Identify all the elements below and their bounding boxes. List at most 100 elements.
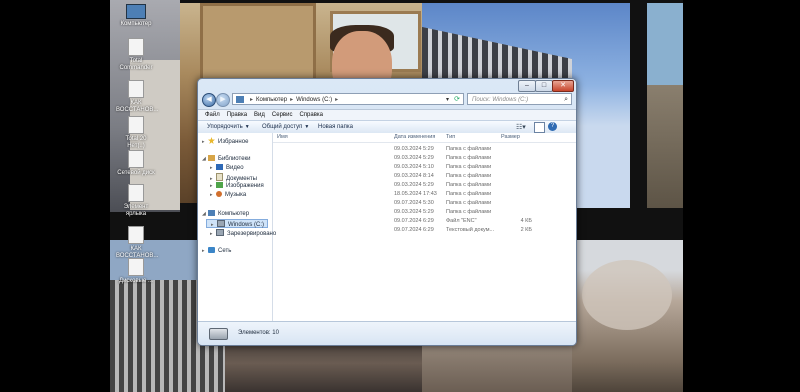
help-icon[interactable]: ? bbox=[548, 122, 557, 131]
desktop-icons: Компьютер Total Commander КАК ВОССТАНОВ.… bbox=[110, 0, 158, 392]
document-icon bbox=[216, 173, 223, 181]
back-button[interactable]: ◀ bbox=[202, 93, 216, 107]
arrow-left-icon: ◀ bbox=[206, 96, 212, 103]
desktop-icon-5[interactable]: Сетевой диск bbox=[116, 150, 156, 177]
refresh-icon[interactable]: ⟳ bbox=[454, 94, 460, 104]
chevron-down-icon: ▼ bbox=[244, 124, 250, 130]
computer-icon bbox=[236, 96, 244, 103]
file-type: Папка с файлами bbox=[446, 209, 492, 215]
preview-pane-icon[interactable] bbox=[534, 122, 545, 133]
file-type: Папка с файлами bbox=[446, 191, 492, 197]
nav-computer[interactable]: ◢ Компьютер bbox=[202, 210, 249, 219]
file-icon bbox=[128, 184, 144, 202]
file-type: Папка с файлами bbox=[446, 200, 492, 206]
minimize-button[interactable]: – bbox=[518, 80, 536, 92]
column-date[interactable]: Дата изменения bbox=[394, 133, 435, 142]
menu-tools[interactable]: Сервис bbox=[272, 112, 293, 118]
wallpaper-photo-bottom-right bbox=[572, 240, 683, 392]
status-bar: Элементов: 10 bbox=[198, 321, 576, 345]
file-icon bbox=[128, 150, 144, 168]
file-icon bbox=[128, 226, 144, 244]
content-area: ▸ Избранное ◢ Библиотеки ▸ Видео ▸ Документы… bbox=[198, 133, 576, 321]
organize-button[interactable]: Упорядочить ▼ bbox=[207, 121, 250, 133]
chevron-down-icon: ▼ bbox=[304, 124, 310, 130]
maximize-button[interactable]: □ bbox=[535, 80, 553, 92]
nav-drive-c[interactable]: ▸ Windows (C:) bbox=[206, 219, 268, 228]
file-row[interactable]: Program Files (x86)09.03.2024 8:14Папка … bbox=[273, 172, 576, 180]
menu-help[interactable]: Справка bbox=[299, 112, 323, 118]
forward-button[interactable]: ▶ bbox=[216, 93, 230, 107]
expand-icon: ▸ bbox=[202, 139, 205, 145]
explorer-window: – □ ✕ ◀ ▶ ▸ Компьютер ▸ Windows (C:) ▸ ▾ ⟳ П… bbox=[197, 78, 577, 346]
file-type: Папка с файлами bbox=[446, 155, 492, 161]
menu-edit[interactable]: Правка bbox=[227, 112, 247, 118]
search-icon: ⌕ bbox=[564, 96, 568, 103]
file-row[interactable]: Windows18.05.2024 17:43Папка с файлами bbox=[273, 190, 576, 198]
file-row[interactable]: Пользователи09.03.2024 5:29Папка с файла… bbox=[273, 208, 576, 216]
file-date: 09.07.2024 6:29 bbox=[394, 227, 434, 233]
address-bar[interactable]: ▸ Компьютер ▸ Windows (C:) ▸ ▾ ⟳ bbox=[232, 93, 464, 105]
menu-view[interactable]: Вид bbox=[254, 112, 265, 118]
desktop-icon-3[interactable]: КАК ВОССТАНОВ... bbox=[116, 80, 158, 114]
file-icon bbox=[128, 116, 144, 134]
nav-reserved[interactable]: ▸ Зарезервировано bbox=[210, 229, 276, 238]
column-type[interactable]: Тип bbox=[446, 133, 455, 142]
menu-file[interactable]: Файл bbox=[205, 112, 220, 118]
file-row[interactable]: PerfLogs09.03.2024 5:29Папка с файлами bbox=[273, 154, 576, 162]
desktop-icon-7[interactable]: КАК ВОССТАНОВ... bbox=[116, 226, 158, 260]
nav-music[interactable]: ▸ Музыка bbox=[210, 191, 246, 200]
new-folder-button[interactable]: Новая папка bbox=[318, 121, 353, 133]
desktop-icon-4[interactable]: Total 20 Нет(..) bbox=[116, 116, 156, 150]
breadcrumb-drive-c[interactable]: Windows (C:) bbox=[296, 97, 332, 103]
address-dropdown-icon[interactable]: ▾ bbox=[446, 94, 449, 104]
navigation-pane: ▸ Избранное ◢ Библиотеки ▸ Видео ▸ Документы… bbox=[198, 133, 276, 321]
file-row[interactable]: bootuprr.dat.enc09.07.2024 6:29Файл "ENC… bbox=[273, 217, 576, 225]
file-row[interactable]: Intel09.03.2024 5:29Папка с файлами bbox=[273, 145, 576, 153]
file-row[interactable]: Program Files09.03.2024 5:10Папка с файл… bbox=[273, 163, 576, 171]
breadcrumb-computer[interactable]: Компьютер bbox=[256, 97, 287, 103]
file-row[interactable]: ДОКУМЕНТАЦИЯ09.07.2024 5:30Папка с файла… bbox=[273, 199, 576, 207]
title-bar[interactable]: – □ ✕ bbox=[198, 79, 576, 92]
music-icon bbox=[216, 191, 222, 197]
file-row[interactable]: soft09.03.2024 5:29Папка с файлами bbox=[273, 181, 576, 189]
desktop-icon-6[interactable]: Элемент ярлыка bbox=[116, 184, 156, 218]
file-type: Папка с файлами bbox=[446, 173, 492, 179]
star-icon bbox=[208, 137, 215, 144]
item-count: Элементов: 10 bbox=[238, 330, 279, 336]
desktop-icon-computer[interactable]: Компьютер bbox=[116, 4, 156, 28]
desktop-icon-8[interactable]: Дисковые ... bbox=[116, 258, 156, 285]
video-icon bbox=[216, 164, 223, 170]
file-type: Папка с файлами bbox=[446, 164, 492, 170]
close-button[interactable]: ✕ bbox=[552, 80, 574, 92]
nav-documents[interactable]: ▸ Документы bbox=[210, 173, 257, 182]
file-size: 2 КБ bbox=[520, 227, 532, 233]
drive-icon bbox=[217, 220, 225, 227]
file-icon bbox=[128, 80, 144, 98]
nav-video[interactable]: ▸ Видео bbox=[210, 164, 244, 173]
column-size[interactable]: Размер bbox=[501, 133, 520, 142]
file-date: 09.03.2024 8:14 bbox=[394, 173, 434, 179]
share-button[interactable]: Общий доступ ▼ bbox=[262, 121, 309, 133]
drive-icon bbox=[216, 229, 224, 236]
nav-network[interactable]: ▸ Сеть bbox=[202, 247, 231, 256]
menu-bar: Файл Правка Вид Сервис Справка bbox=[198, 109, 576, 120]
nav-images[interactable]: ▸ Изображения bbox=[210, 182, 264, 191]
file-date: 09.07.2024 5:30 bbox=[394, 200, 434, 206]
nav-favorites[interactable]: ▸ Избранное bbox=[202, 137, 248, 146]
search-input[interactable]: Поиск: Windows (C:) ⌕ bbox=[467, 93, 572, 105]
file-type: Папка с файлами bbox=[446, 146, 492, 152]
desktop-icon-2[interactable]: Total Commander bbox=[116, 38, 156, 72]
column-name[interactable]: Имя bbox=[277, 133, 288, 142]
file-date: 09.03.2024 5:29 bbox=[394, 146, 434, 152]
wallpaper-photo-rubble bbox=[647, 3, 683, 208]
file-type: Папка с файлами bbox=[446, 182, 492, 188]
computer-icon bbox=[126, 4, 146, 19]
file-size: 4 КБ bbox=[520, 218, 532, 224]
column-headers: Имя Дата изменения Тип Размер bbox=[273, 133, 576, 143]
arrow-right-icon: ▶ bbox=[220, 96, 226, 103]
file-type: Текстовый докум... bbox=[446, 227, 495, 233]
nav-libraries[interactable]: ◢ Библиотеки bbox=[202, 155, 251, 164]
drive-icon bbox=[209, 328, 228, 340]
file-date: 09.03.2024 5:29 bbox=[394, 209, 434, 215]
file-row[interactable]: КАК ВОССТАНОВИТЬ ВАШИ ФАЙЛЫ.txt09.07.202… bbox=[273, 226, 576, 234]
